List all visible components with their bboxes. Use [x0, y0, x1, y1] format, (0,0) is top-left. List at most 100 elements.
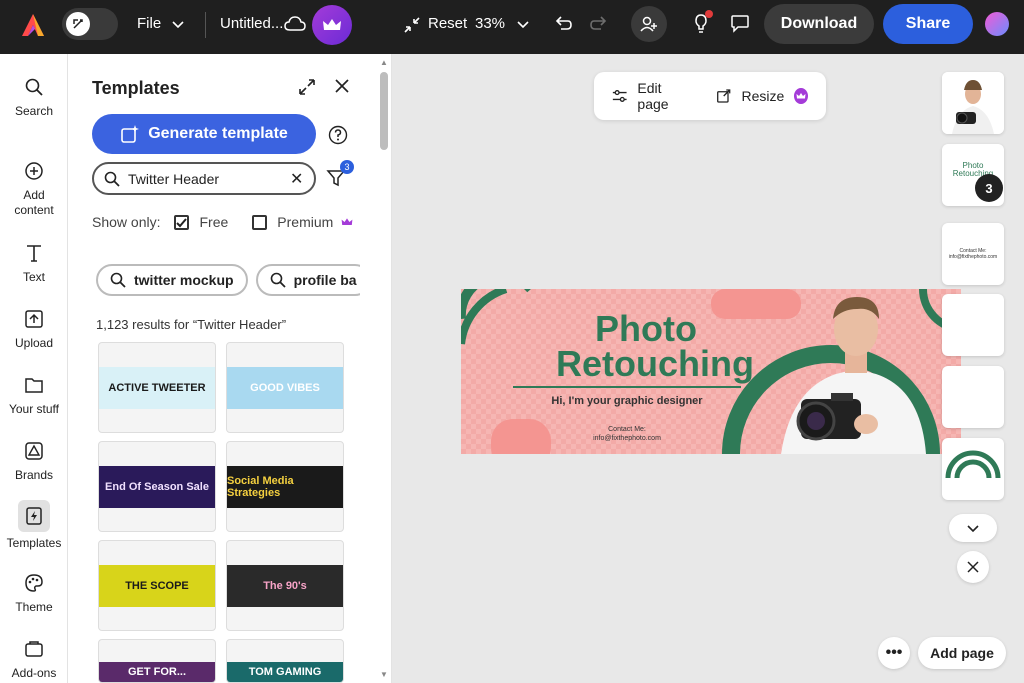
resize-icon: [717, 89, 731, 103]
collapse-arrows-icon[interactable]: [402, 15, 422, 35]
template-search-input[interactable]: [128, 170, 290, 187]
chip-profile-banner[interactable]: profile ba: [255, 264, 360, 296]
template-card[interactable]: TOM GAMING: [226, 639, 344, 683]
template-thumbnail: ACTIVE TWEETER: [99, 366, 215, 409]
chevron-down-icon[interactable]: [515, 16, 531, 32]
more-options-icon[interactable]: •••: [878, 637, 910, 669]
panel-scrollbar[interactable]: ▲ ▼: [380, 58, 388, 679]
rail-label: Search: [14, 104, 54, 118]
template-card[interactable]: End Of Season Sale: [98, 441, 216, 532]
text-icon: [23, 242, 45, 264]
chip-twitter-mockup[interactable]: twitter mockup: [96, 264, 248, 296]
collaborate-icon[interactable]: [631, 6, 667, 42]
page-preview: [942, 72, 1004, 134]
results-count: 1,123 results for “Twitter Header”: [96, 317, 287, 332]
rail-item-theme[interactable]: Theme: [0, 572, 68, 615]
design-headline[interactable]: Photo Retouching: [556, 311, 754, 382]
design-contact[interactable]: Contact Me: info@fixthephoto.com: [577, 425, 677, 443]
rail-label: Theme: [15, 600, 53, 614]
premium-crown-icon: [341, 218, 353, 225]
free-checkbox[interactable]: [174, 214, 190, 230]
brand-icon: [23, 440, 45, 462]
expand-icon[interactable]: [298, 78, 316, 96]
clear-search-icon[interactable]: ✕: [290, 169, 304, 189]
rail-item-brands[interactable]: Brands: [0, 440, 68, 483]
contact-email: info@fixthephoto.com: [593, 435, 661, 442]
avatar[interactable]: [985, 12, 1009, 36]
reset-button[interactable]: Reset: [428, 15, 467, 32]
file-menu-button[interactable]: File: [137, 15, 161, 32]
help-icon[interactable]: [328, 125, 348, 145]
template-card[interactable]: GET FOR...: [98, 639, 216, 683]
page-thumbnail[interactable]: Contact Me: info@fixthephoto.com: [942, 223, 1004, 285]
rail-item-templates[interactable]: Templates: [0, 500, 68, 551]
add-page-button[interactable]: Add page: [918, 637, 1006, 669]
close-icon[interactable]: [334, 78, 352, 96]
premium-crown-icon: [794, 88, 809, 104]
scroll-up-icon[interactable]: ▲: [380, 58, 388, 67]
quick-actions-toggle[interactable]: [62, 8, 118, 40]
scroll-down-icon[interactable]: ▼: [380, 670, 388, 679]
generate-icon: [121, 125, 140, 143]
page-thumbnail[interactable]: [942, 438, 1004, 500]
plus-circle-icon: [23, 160, 45, 182]
notification-dot: [705, 10, 713, 18]
chevron-down-icon[interactable]: [170, 16, 186, 32]
template-thumbnail: THE SCOPE: [99, 564, 215, 607]
resize-button[interactable]: Resize: [742, 88, 785, 104]
template-card[interactable]: THE SCOPE: [98, 540, 216, 631]
chip-label: profile ba: [293, 272, 357, 288]
photographer-image[interactable]: [761, 289, 961, 454]
rail-item-add-ons[interactable]: Add-ons: [0, 638, 68, 681]
rail-item-upload[interactable]: Upload: [0, 308, 68, 351]
generate-template-button[interactable]: Generate template: [92, 114, 316, 154]
page-thumbnail[interactable]: [942, 72, 1004, 134]
template-card[interactable]: ACTIVE TWEETER: [98, 342, 216, 433]
palette-icon: [23, 572, 45, 594]
design-subline[interactable]: Hi, I'm your graphic designer: [513, 395, 741, 407]
rail-item-text[interactable]: Text: [0, 242, 68, 285]
share-button[interactable]: Share: [883, 4, 973, 44]
document-title[interactable]: Untitled...: [220, 15, 283, 32]
rail-label: Add-ons: [11, 666, 57, 680]
addons-icon: [23, 638, 45, 660]
template-thumbnail: Social Media Strategies: [227, 465, 343, 508]
template-thumbnail: GOOD VIBES: [227, 366, 343, 409]
undo-icon[interactable]: [552, 13, 574, 35]
lightbulb-icon[interactable]: [689, 10, 713, 36]
free-label: Free: [199, 214, 229, 230]
close-pages-icon[interactable]: [957, 551, 989, 583]
suggestion-chips: twitter mockup profile ba: [96, 264, 360, 298]
search-icon: [23, 76, 45, 98]
download-button[interactable]: Download: [764, 4, 874, 44]
rail-label: Add content: [14, 188, 54, 217]
template-thumbnail: TOM GAMING: [227, 662, 343, 682]
template-card[interactable]: GOOD VIBES: [226, 342, 344, 433]
cloud-icon: [284, 15, 306, 33]
page-thumbnail[interactable]: [942, 366, 1004, 428]
scrollbar-thumb[interactable]: [380, 72, 388, 150]
template-search-field[interactable]: ✕: [92, 162, 316, 195]
expand-pages-chevron-icon[interactable]: [949, 514, 997, 542]
edit-page-button[interactable]: Edit page: [637, 80, 688, 112]
rail-item-search[interactable]: Search: [0, 76, 68, 119]
template-card[interactable]: Social Media Strategies: [226, 441, 344, 532]
premium-crown-button[interactable]: [312, 5, 352, 45]
show-only-label: Show only:: [92, 214, 161, 230]
rail-item-your-stuff[interactable]: Your stuff: [0, 374, 68, 417]
adobe-express-logo[interactable]: [18, 10, 48, 40]
search-icon: [104, 171, 120, 187]
template-card[interactable]: The 90's: [226, 540, 344, 631]
filter-icon[interactable]: 3: [326, 160, 354, 190]
page-toolbar: Edit page Resize: [594, 72, 826, 120]
design-canvas[interactable]: Photo Retouching Hi, I'm your graphic de…: [461, 289, 961, 454]
premium-checkbox[interactable]: [252, 214, 268, 230]
rail-item-add-content[interactable]: Add content: [0, 160, 68, 218]
templates-panel: Templates Generate template ✕ 3 Show onl…: [68, 54, 392, 683]
page-thumbnail[interactable]: Photo Retouching 3: [942, 144, 1004, 206]
zoom-level[interactable]: 33%: [475, 15, 505, 32]
page-thumbnail[interactable]: [942, 294, 1004, 356]
comment-icon[interactable]: [729, 12, 751, 34]
redo-icon[interactable]: [588, 13, 610, 35]
template-thumbnail: The 90's: [227, 564, 343, 607]
